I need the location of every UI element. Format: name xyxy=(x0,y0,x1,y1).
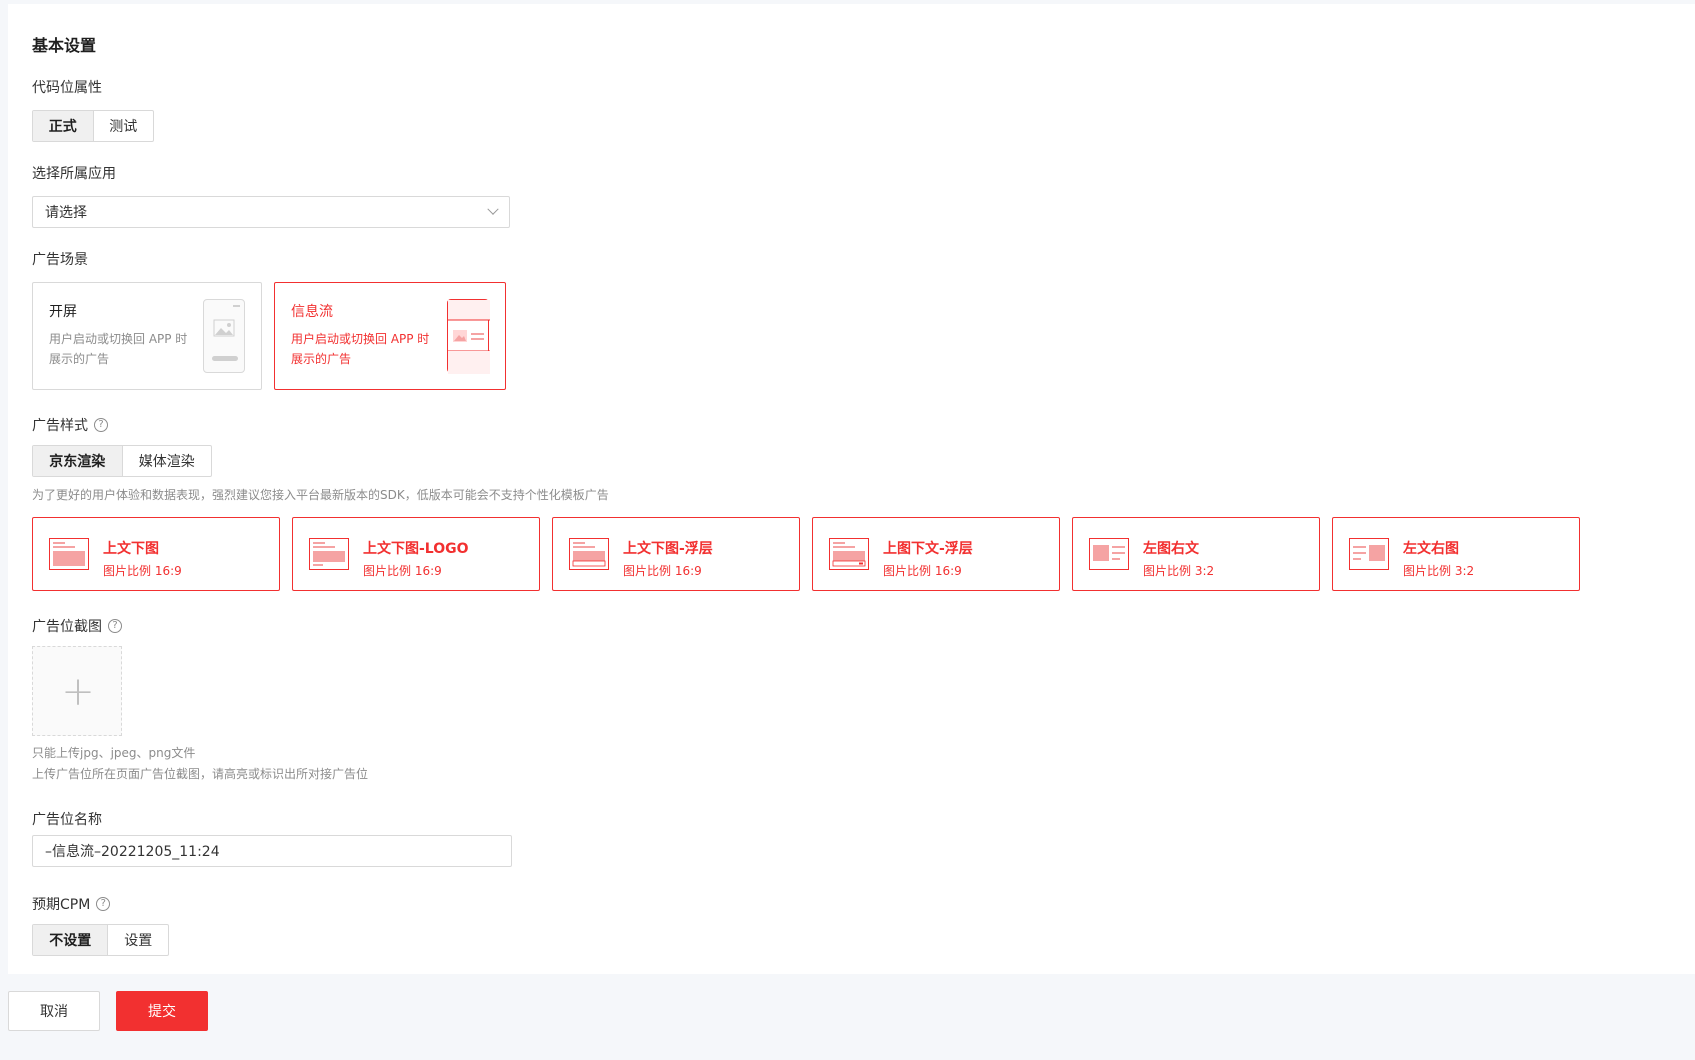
scene-card-desc: 用户启动或切换回 APP 时 展示的广告 xyxy=(49,332,188,366)
section-title: 基本设置 xyxy=(32,36,97,55)
layout-image-right-icon xyxy=(1349,538,1389,570)
chevron-down-icon xyxy=(487,203,499,215)
scene-card-title: 开屏 xyxy=(49,304,77,320)
style-card-sub: 图片比例 16:9 xyxy=(363,564,442,578)
style-card-title: 左图右文 xyxy=(1143,541,1199,557)
layout-logo-icon xyxy=(309,538,349,570)
image-placeholder-icon xyxy=(212,305,240,361)
code-attr-option-test[interactable]: 测试 xyxy=(94,111,154,141)
style-card-sub: 图片比例 16:9 xyxy=(883,564,962,578)
scene-card-desc: 用户启动或切换回 APP 时 展示的广告 xyxy=(291,332,430,366)
code-attr-segmented: 正式 测试 xyxy=(32,110,154,142)
style-card-title: 上图下文-浮层 xyxy=(883,541,973,557)
layout-image-top-overlay-icon xyxy=(829,538,869,570)
style-card-text-top-image-bottom[interactable]: 上文下图 图片比例 16:9 xyxy=(32,517,280,591)
style-card-sub: 图片比例 16:9 xyxy=(623,564,702,578)
submit-button[interactable]: 提交 xyxy=(116,991,208,1031)
slot-name-input[interactable]: –信息流–20221205_11:24 xyxy=(32,835,512,867)
code-attr-label: 代码位属性 xyxy=(32,80,102,96)
screenshot-upload[interactable]: + xyxy=(32,646,122,736)
cancel-button[interactable]: 取消 xyxy=(8,991,100,1031)
cpm-option-none[interactable]: 不设置 xyxy=(33,925,109,955)
screenshot-label: 广告位截图 ? xyxy=(32,616,122,636)
style-card-image-left-text-right[interactable]: 左图右文 图片比例 3:2 xyxy=(1072,517,1320,591)
style-card-text-top-image-bottom-logo[interactable]: 上文下图-LOGO 图片比例 16:9 xyxy=(292,517,540,591)
layout-image-left-icon xyxy=(1089,538,1129,570)
scene-label: 广告场景 xyxy=(32,252,88,268)
upload-hint-formats: 只能上传jpg、jpeg、png文件 xyxy=(32,746,196,760)
scene-card-splash[interactable]: 开屏 用户启动或切换回 APP 时 展示的广告 xyxy=(32,282,262,390)
feed-phone-icon xyxy=(447,299,490,374)
app-select-placeholder: 请选择 xyxy=(45,205,87,221)
code-attr-option-formal[interactable]: 正式 xyxy=(33,111,94,141)
basic-settings-panel: 基本设置 代码位属性 正式 测试 选择所属应用 请选择 广告场景 开屏 用户启动… xyxy=(8,4,1695,974)
style-card-sub: 图片比例 16:9 xyxy=(103,564,182,578)
style-card-sub: 图片比例 3:2 xyxy=(1143,564,1215,578)
scene-card-feed[interactable]: 信息流 用户启动或切换回 APP 时 展示的广告 xyxy=(274,282,506,390)
style-card-title: 上文下图-浮层 xyxy=(623,541,713,557)
cpm-label: 预期CPM ? xyxy=(32,894,111,914)
upload-hint-desc: 上传广告位所在页面广告位截图，请高亮或标识出所对接广告位 xyxy=(32,767,369,781)
ad-style-label: 广告样式 ? xyxy=(32,415,108,435)
slot-name-label: 广告位名称 xyxy=(32,812,102,828)
ad-style-option-media[interactable]: 媒体渲染 xyxy=(123,446,212,476)
help-icon[interactable]: ? xyxy=(94,418,108,432)
plus-icon: + xyxy=(61,669,95,715)
style-card-title: 上文下图-LOGO xyxy=(363,541,469,557)
ad-style-option-jd[interactable]: 京东渲染 xyxy=(33,446,123,476)
feed-layout-icon xyxy=(448,300,490,374)
help-icon[interactable]: ? xyxy=(96,897,111,911)
style-card-text-left-image-right[interactable]: 左文右图 图片比例 3:2 xyxy=(1332,517,1580,591)
style-card-image-top-text-bottom-overlay[interactable]: 上图下文-浮层 图片比例 16:9 xyxy=(812,517,1060,591)
help-icon[interactable]: ? xyxy=(108,619,122,633)
style-card-text-top-image-bottom-overlay[interactable]: 上文下图-浮层 图片比例 16:9 xyxy=(552,517,800,591)
layout-text-top-image-bottom-icon xyxy=(49,538,89,570)
ad-style-segmented: 京东渲染 媒体渲染 xyxy=(32,445,212,477)
cpm-option-set[interactable]: 设置 xyxy=(108,925,168,955)
splash-phone-icon xyxy=(203,299,245,373)
scene-card-title: 信息流 xyxy=(291,304,333,320)
style-card-title: 左文右图 xyxy=(1403,541,1459,557)
ad-style-hint: 为了更好的用户体验和数据表现，强烈建议您接入平台最新版本的SDK，低版本可能会不… xyxy=(32,488,609,502)
cpm-segmented: 不设置 设置 xyxy=(32,924,169,956)
app-select-label: 选择所属应用 xyxy=(32,166,116,182)
app-select[interactable]: 请选择 xyxy=(32,196,510,228)
layout-overlay-icon xyxy=(569,538,609,570)
style-card-sub: 图片比例 3:2 xyxy=(1403,564,1475,578)
style-card-title: 上文下图 xyxy=(103,541,159,557)
